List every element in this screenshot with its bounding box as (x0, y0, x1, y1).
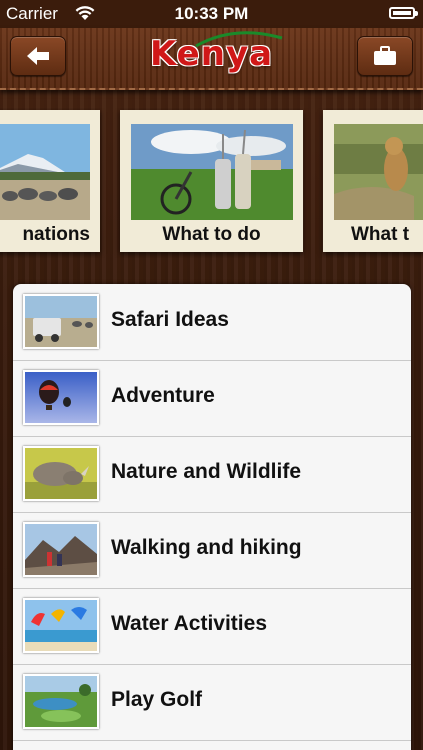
lioness-photo (334, 124, 423, 220)
hikers-photo (23, 522, 99, 577)
list-item-label: Play Golf (111, 688, 203, 711)
list-item-adventure[interactable]: Adventure (13, 360, 411, 437)
carousel-card-label: nations (22, 224, 90, 245)
logo-swoosh-icon (195, 31, 283, 48)
golf-course-photo (23, 674, 99, 729)
category-carousel[interactable]: nations What to do What t (0, 108, 423, 258)
status-bar: Carrier 10:33 PM (0, 0, 423, 28)
carousel-card-what-to-do[interactable]: What to do (120, 110, 303, 252)
list-item-label: Water Activities (111, 612, 267, 635)
rhino-photo (23, 446, 99, 501)
list-item-nature-wildlife[interactable]: Nature and Wildlife (13, 436, 411, 513)
list-item-label: Walking and hiking (111, 536, 302, 559)
navigation-bar: Kenya (0, 28, 423, 90)
carousel-card-destinations[interactable]: nations (0, 110, 100, 252)
list-item-play-golf[interactable]: Play Golf (13, 664, 411, 741)
list-item-label: Nature and Wildlife (111, 460, 301, 483)
list-item-label: Safari Ideas (111, 308, 229, 331)
carousel-card-next[interactable]: What t (323, 110, 423, 252)
list-item-water-activities[interactable]: Water Activities (13, 588, 411, 665)
safari-vehicle-photo (23, 294, 99, 349)
status-time: 10:33 PM (174, 4, 249, 23)
hot-air-balloon-photo (23, 370, 99, 425)
carousel-card-label: What t (351, 224, 410, 245)
bikes-golf-bags-photo (131, 124, 293, 220)
kitesurf-photo (23, 598, 99, 653)
battery-icon (389, 7, 418, 19)
briefcase-icon (374, 46, 396, 65)
mountain-elephants-photo (0, 124, 90, 220)
activity-list: Safari Ideas Adventure Nature and Wildli… (13, 284, 411, 750)
list-item-walking-hiking[interactable]: Walking and hiking (13, 512, 411, 589)
briefcase-button[interactable] (357, 36, 413, 76)
carousel-card-label: What to do (162, 224, 261, 245)
list-item-label: Adventure (111, 384, 215, 407)
list-item-safari-ideas[interactable]: Safari Ideas (13, 284, 411, 361)
